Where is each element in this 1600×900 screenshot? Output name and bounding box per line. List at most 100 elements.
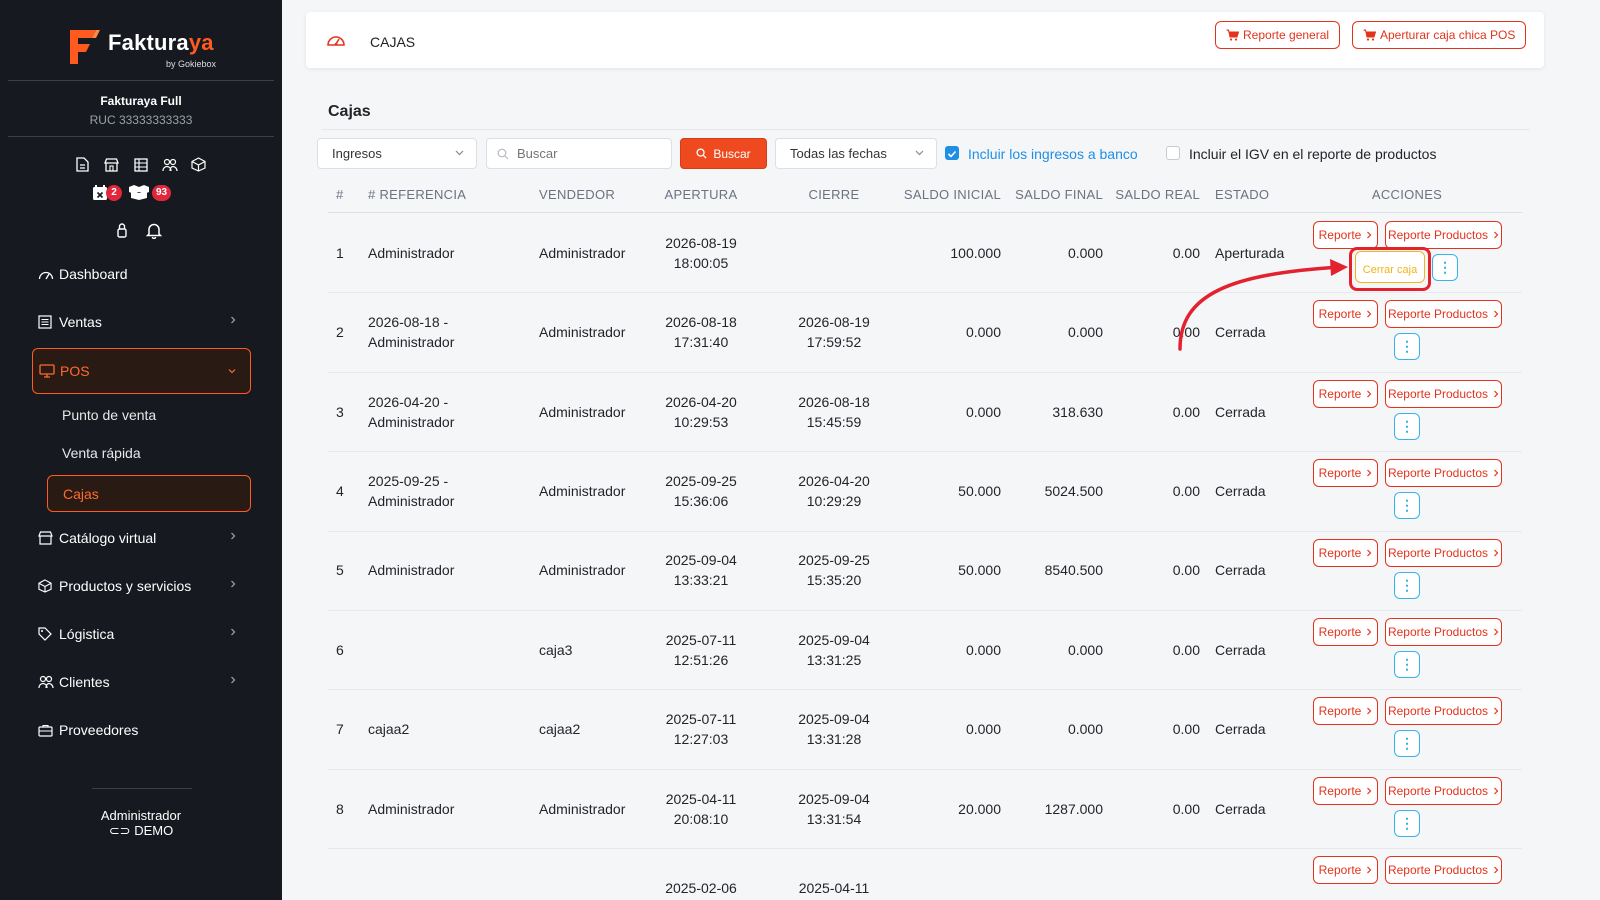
- reporte-button[interactable]: Reporte: [1313, 776, 1378, 805]
- cell-saldo-real: 0.00: [1110, 560, 1200, 580]
- chevron-down-icon: [915, 150, 924, 156]
- reporte-productos-button[interactable]: Reporte Productos: [1385, 300, 1502, 329]
- cell-saldo-real: 0.00: [1110, 481, 1200, 501]
- cell-cierre-line: 2025-09-25: [798, 552, 870, 569]
- divider: [8, 136, 274, 137]
- reporte-button[interactable]: Reporte: [1313, 618, 1378, 646]
- submenu-punto-de-venta[interactable]: Punto de venta: [62, 407, 156, 423]
- tipo-select[interactable]: Ingresos: [317, 138, 477, 169]
- table-icon[interactable]: [132, 156, 149, 173]
- reporte-productos-button[interactable]: Reporte Productos: [1385, 538, 1502, 567]
- fechas-select[interactable]: Todas las fechas: [775, 138, 937, 169]
- cell-saldo-inicial-line: 0.000: [965, 721, 1001, 738]
- cell-apertura: 2025-07-11 12:51:26: [640, 630, 762, 670]
- monitor-icon: [39, 363, 57, 379]
- chevron-right-icon: [231, 628, 236, 636]
- menu-catalogo-virtual[interactable]: Catálogo virtual: [32, 516, 251, 560]
- col-header-saldo-inicial: SALDO INICIAL: [903, 187, 1001, 202]
- menu-dashboard[interactable]: Dashboard: [32, 252, 251, 296]
- calendar-alert[interactable]: 2: [92, 184, 122, 204]
- users-icon[interactable]: [161, 156, 178, 173]
- menu-ventas[interactable]: Ventas: [32, 300, 251, 344]
- cell-saldo-inicial-line: 100.000: [950, 244, 1001, 261]
- reporte-productos-button[interactable]: Reporte Productos: [1385, 221, 1502, 249]
- cell-saldo-inicial-line: 50.000: [958, 562, 1001, 579]
- bank-checkbox-label[interactable]: Incluir los ingresos a banco: [968, 146, 1138, 162]
- reporte-productos-button[interactable]: Reporte Productos: [1385, 459, 1502, 488]
- more-options-button[interactable]: ⋮: [1394, 412, 1420, 440]
- tag-icon: [38, 626, 56, 642]
- more-options-button[interactable]: ⋮: [1394, 333, 1420, 361]
- cell-cierre-line: 15:35:20: [806, 572, 862, 589]
- cell-saldo-real: 0.00: [1110, 402, 1200, 422]
- cell-index-line: 4: [336, 482, 344, 499]
- menu-clientes[interactable]: Clientes: [32, 660, 251, 704]
- bank-checkbox[interactable]: [945, 146, 959, 160]
- cell-referencia: Administrador: [368, 799, 528, 819]
- menu-label: POS: [60, 363, 90, 379]
- lock-icon[interactable]: [116, 222, 128, 244]
- cell-saldo-inicial: 0.000: [900, 402, 1001, 422]
- reporte-productos-button[interactable]: Reporte Productos: [1385, 618, 1502, 646]
- brand-logo[interactable]: Fakturaya by Gokiebox: [66, 24, 226, 72]
- chevron-down-icon: [455, 150, 464, 156]
- reporte-button[interactable]: Reporte: [1313, 697, 1378, 726]
- cell-apertura-line: 2025-07-11: [665, 631, 737, 648]
- cell-cierre-line: 2025-09-04: [798, 711, 870, 728]
- box-icon[interactable]: [190, 156, 207, 173]
- menu-pos[interactable]: POS: [32, 348, 251, 394]
- cell-cierre: 2025-09-25 15:35:20: [773, 550, 895, 590]
- igv-checkbox-label[interactable]: Incluir el IGV en el reporte de producto…: [1189, 146, 1436, 162]
- cell-saldo-real-line: 0.00: [1172, 641, 1200, 658]
- reporte-button[interactable]: Reporte: [1313, 221, 1378, 249]
- bell-icon[interactable]: [145, 222, 163, 244]
- cell-referencia-line: Administrador: [368, 244, 455, 261]
- user-role: ⊂⊃ DEMO: [0, 823, 282, 838]
- search-input[interactable]: [486, 138, 672, 169]
- menu-proveedores[interactable]: Proveedores: [32, 708, 251, 752]
- divider: [8, 80, 274, 81]
- submenu-cajas[interactable]: Cajas: [47, 475, 251, 512]
- more-options-button[interactable]: ⋮: [1394, 651, 1420, 678]
- more-options-button[interactable]: ⋮: [1394, 809, 1420, 837]
- cell-apertura-line: 2025-07-11: [665, 711, 737, 728]
- reporte-button[interactable]: Reporte: [1313, 538, 1378, 567]
- cell-saldo-inicial-line: 0.000: [965, 403, 1001, 420]
- user-role-label: DEMO: [134, 823, 174, 838]
- aperturar-caja-button[interactable]: Aperturar caja chica POS: [1352, 21, 1527, 49]
- cell-saldo-final-line: 0.000: [1067, 244, 1103, 261]
- reporte-productos-button[interactable]: Reporte Productos: [1385, 379, 1502, 408]
- more-options-button[interactable]: ⋮: [1394, 492, 1420, 520]
- menu-logistica[interactable]: Lógistica: [32, 612, 251, 656]
- cell-saldo-final-line: 8540.500: [1044, 562, 1103, 579]
- more-options-button[interactable]: ⋮: [1394, 571, 1420, 599]
- submenu-venta-rapida[interactable]: Venta rápida: [62, 445, 141, 461]
- row-divider: [328, 610, 1522, 611]
- reporte-button[interactable]: Reporte: [1313, 459, 1378, 488]
- row-divider: [328, 689, 1522, 691]
- boxes-alert[interactable]: 93: [128, 184, 172, 204]
- reporte-productos-button[interactable]: Reporte Productos: [1385, 776, 1502, 805]
- cell-saldo-final-line: 0.000: [1067, 721, 1103, 738]
- menu-label: Dashboard: [59, 266, 128, 282]
- igv-checkbox[interactable]: [1166, 146, 1180, 160]
- cell-cierre-line: 15:45:59: [806, 413, 862, 430]
- cell-estado-line: Cerrada: [1215, 800, 1266, 817]
- search-button[interactable]: Buscar: [680, 138, 767, 169]
- user-info[interactable]: Administrador ⊂⊃ DEMO: [0, 808, 282, 838]
- reporte-productos-button[interactable]: Reporte Productos: [1385, 856, 1502, 885]
- col-header-index: #: [336, 187, 344, 202]
- reporte-productos-button[interactable]: Reporte Productos: [1385, 697, 1502, 726]
- menu-productos-servicios[interactable]: Productos y servicios: [32, 564, 251, 608]
- reporte-button[interactable]: Reporte: [1313, 379, 1378, 408]
- document-icon[interactable]: [74, 156, 91, 173]
- cerrar-caja-button[interactable]: Cerrar caja: [1355, 251, 1425, 283]
- table-header-divider: [328, 212, 1522, 213]
- reporte-button[interactable]: Reporte: [1313, 856, 1378, 885]
- cell-saldo-inicial: 50.000: [900, 560, 1001, 580]
- more-options-button[interactable]: ⋮: [1394, 730, 1420, 758]
- reporte-general-button[interactable]: Reporte general: [1215, 21, 1341, 49]
- more-options-button[interactable]: ⋮: [1432, 254, 1458, 281]
- cell-saldo-final: 0.000: [1003, 640, 1103, 660]
- store-icon[interactable]: [103, 156, 120, 173]
